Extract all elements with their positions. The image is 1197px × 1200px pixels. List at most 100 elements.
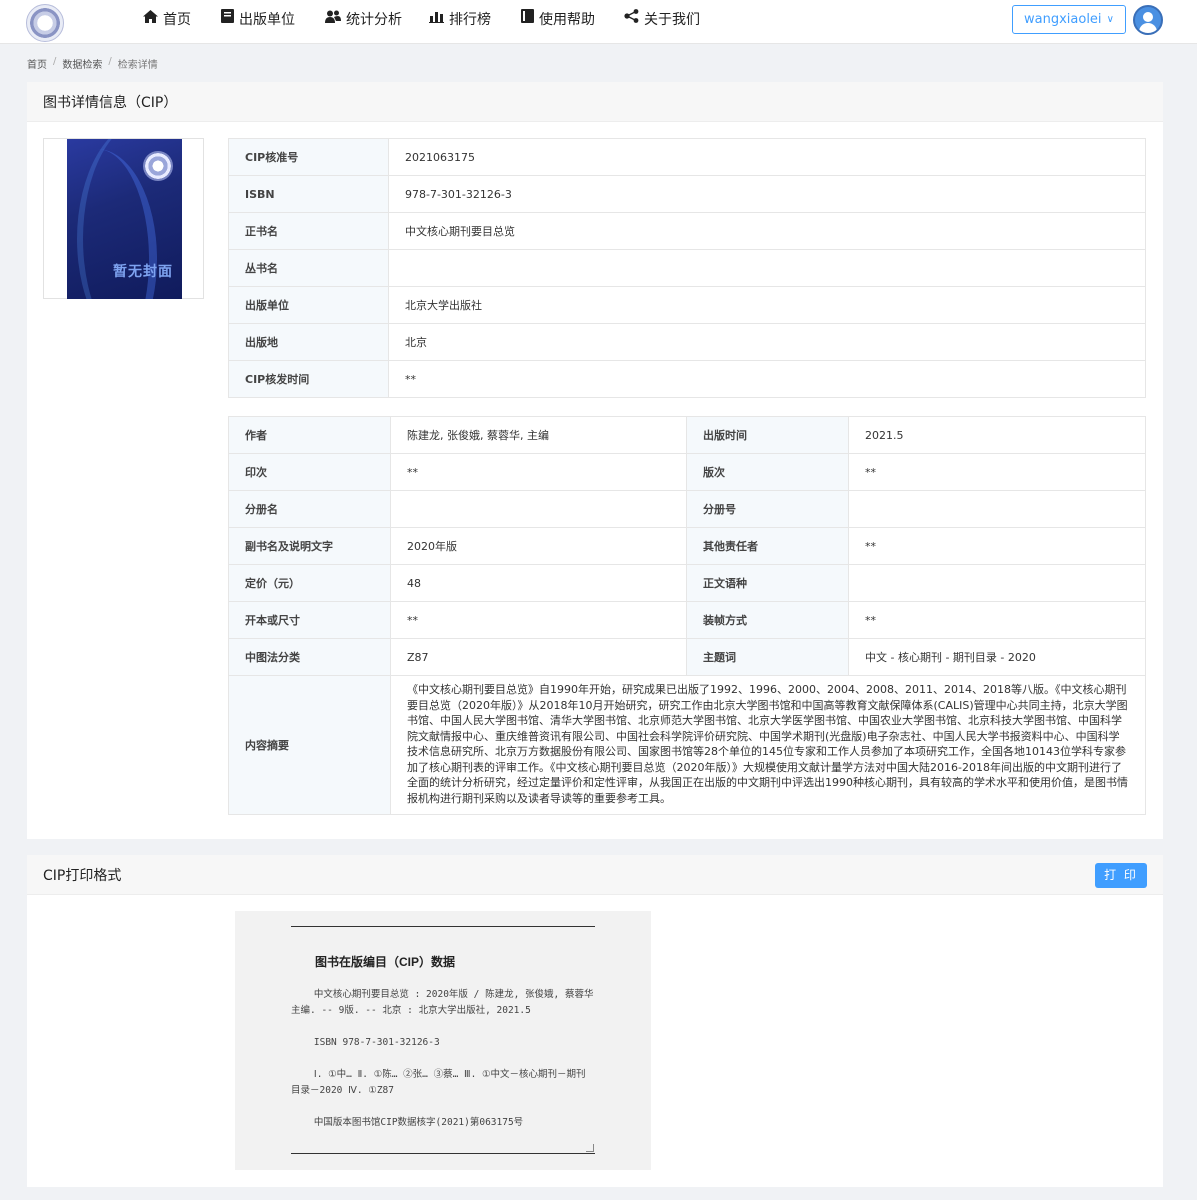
table-row: 内容摘要 《中文核心期刊要目总览》自1990年开始，研究成果已出版了1992、1…: [228, 675, 1146, 815]
breadcrumb: 首页 / 数据检索 / 检索详情: [27, 56, 158, 71]
nav-statistics[interactable]: 统计分析: [325, 0, 402, 40]
field-value: [848, 564, 1146, 602]
nav-about[interactable]: 关于我们: [624, 0, 700, 40]
print-button[interactable]: 打 印: [1095, 863, 1147, 888]
field-label: 主题词: [686, 638, 849, 676]
table-row: 开本或尺寸 ** 装帧方式 **: [228, 601, 1146, 639]
field-value: **: [390, 453, 687, 491]
basic-info-table: CIP核准号 2021063175 ISBN 978-7-301-32126-3 正书名…: [228, 138, 1146, 398]
breadcrumb-search[interactable]: 数据检索: [62, 56, 102, 71]
field-label: ISBN: [228, 175, 389, 213]
resize-handle-icon[interactable]: [586, 1144, 594, 1152]
table-row: 出版地 北京: [228, 323, 1146, 361]
book-icon: [221, 0, 234, 40]
nav-label: 出版单位: [239, 12, 295, 28]
field-label: 作者: [228, 416, 391, 454]
field-label: 版次: [686, 453, 849, 491]
field-label: 副书名及说明文字: [228, 527, 391, 565]
field-label: 分册名: [228, 490, 391, 528]
cip-block-title: 图书在版编目（CIP）数据: [315, 955, 456, 969]
field-label: 分册号: [686, 490, 849, 528]
field-value: **: [848, 601, 1146, 639]
breadcrumb-home[interactable]: 首页: [27, 56, 47, 71]
field-value: 中文 - 核心期刊 - 期刊目录 - 2020: [848, 638, 1146, 676]
field-value: [390, 490, 687, 528]
cip-print-panel: CIP打印格式 打 印 图书在版编目（CIP）数据 中文核心期刊要目总览 : 2…: [27, 855, 1163, 1187]
username: wangxiaolei: [1024, 12, 1102, 27]
table-row: CIP核准号 2021063175: [228, 138, 1146, 176]
field-label: 出版单位: [228, 286, 389, 324]
user-dropdown[interactable]: wangxiaolei ∨: [1012, 5, 1126, 34]
table-row: 作者 陈建龙, 张俊娥, 蔡蓉华, 主编 出版时间 2021.5: [228, 416, 1146, 454]
users-icon: [325, 0, 341, 40]
nav-label: 排行榜: [449, 12, 491, 28]
field-label: CIP核发时间: [228, 360, 389, 398]
cip-line: Ⅰ. ①中… Ⅱ. ①陈… ②张… ③蔡… Ⅲ. ①中文－核心期刊－期刊目录－2…: [291, 1069, 586, 1096]
field-label: 丛书名: [228, 249, 389, 287]
nav-home[interactable]: 首页: [143, 0, 191, 40]
extra-info-table: 作者 陈建龙, 张俊娥, 蔡蓉华, 主编 出版时间 2021.5 印次 ** 版次 ** 分册名…: [228, 416, 1146, 815]
field-value: 2021063175: [388, 138, 1146, 176]
table-row: ISBN 978-7-301-32126-3: [228, 175, 1146, 213]
panel-title: 图书详情信息（CIP）: [27, 82, 1163, 122]
field-value: Z87: [390, 638, 687, 676]
table-row: 分册名 分册号: [228, 490, 1146, 528]
field-label: 正书名: [228, 212, 389, 250]
field-value: **: [848, 453, 1146, 491]
top-navbar: 首页 出版单位 统计分析 排行榜 使用帮助 关于我们 wangxiaolei ∨: [0, 0, 1197, 44]
nav-ranking[interactable]: 排行榜: [429, 0, 491, 40]
field-value: 陈建龙, 张俊娥, 蔡蓉华, 主编: [390, 416, 687, 454]
panel-title: CIP打印格式: [27, 855, 1163, 895]
field-label: 装帧方式: [686, 601, 849, 639]
table-row: 中图法分类 Z87 主题词 中文 - 核心期刊 - 期刊目录 - 2020: [228, 638, 1146, 676]
cip-line: ISBN 978-7-301-32126-3: [291, 1037, 440, 1048]
breadcrumb-current: 检索详情: [117, 60, 158, 71]
no-cover-text: 暂无封面: [113, 264, 173, 280]
bar-chart-icon: [429, 0, 444, 40]
cip-textarea[interactable]: 图书在版编目（CIP）数据 中文核心期刊要目总览 : 2020年版 / 陈建龙,…: [291, 926, 595, 1154]
site-logo[interactable]: [26, 4, 64, 42]
nav-label: 统计分析: [346, 12, 402, 28]
table-row: 定价（元） 48 正文语种: [228, 564, 1146, 602]
home-icon: [143, 0, 158, 40]
field-value: 北京: [388, 323, 1146, 361]
table-row: 印次 ** 版次 **: [228, 453, 1146, 491]
table-row: 丛书名: [228, 249, 1146, 287]
nav-label: 使用帮助: [539, 12, 595, 28]
field-label: 定价（元）: [228, 564, 391, 602]
field-value: **: [388, 360, 1146, 398]
field-value: **: [390, 601, 687, 639]
help-book-icon: [521, 0, 534, 40]
field-value: **: [848, 527, 1146, 565]
abstract-text: 《中文核心期刊要目总览》自1990年开始，研究成果已出版了1992、1996、2…: [390, 675, 1146, 815]
field-label: 出版时间: [686, 416, 849, 454]
cip-line: 中国版本图书馆CIP数据核字(2021)第063175号: [291, 1117, 524, 1128]
field-value: [388, 249, 1146, 287]
field-label: CIP核准号: [228, 138, 389, 176]
book-detail-panel: 图书详情信息（CIP） 暂无封面 CIP核准号 2021063175 ISBN 978…: [27, 82, 1163, 839]
chevron-down-icon: ∨: [1106, 14, 1114, 25]
field-label: 正文语种: [686, 564, 849, 602]
table-row: CIP核发时间 **: [228, 360, 1146, 398]
table-row: 出版单位 北京大学出版社: [228, 286, 1146, 324]
nav-label: 关于我们: [644, 12, 700, 28]
cip-preview: 图书在版编目（CIP）数据 中文核心期刊要目总览 : 2020年版 / 陈建龙,…: [235, 911, 651, 1170]
nav-publishers[interactable]: 出版单位: [221, 0, 295, 40]
field-label: 印次: [228, 453, 391, 491]
field-value: [848, 490, 1146, 528]
seal-icon: [143, 151, 173, 181]
field-label: 出版地: [228, 323, 389, 361]
abstract-label: 内容摘要: [228, 675, 391, 815]
field-value: 48: [390, 564, 687, 602]
field-value: 北京大学出版社: [388, 286, 1146, 324]
field-label: 其他责任者: [686, 527, 849, 565]
book-cover-frame: 暂无封面: [43, 138, 204, 299]
field-value: 中文核心期刊要目总览: [388, 212, 1146, 250]
share-icon: [624, 0, 639, 40]
field-label: 开本或尺寸: [228, 601, 391, 639]
nav-label: 首页: [163, 12, 191, 28]
nav-help[interactable]: 使用帮助: [521, 0, 595, 40]
avatar[interactable]: [1133, 5, 1163, 35]
cip-line: 中文核心期刊要目总览 : 2020年版 / 陈建龙, 张俊娥, 蔡蓉华主编. -…: [291, 989, 594, 1016]
table-row: 正书名 中文核心期刊要目总览: [228, 212, 1146, 250]
